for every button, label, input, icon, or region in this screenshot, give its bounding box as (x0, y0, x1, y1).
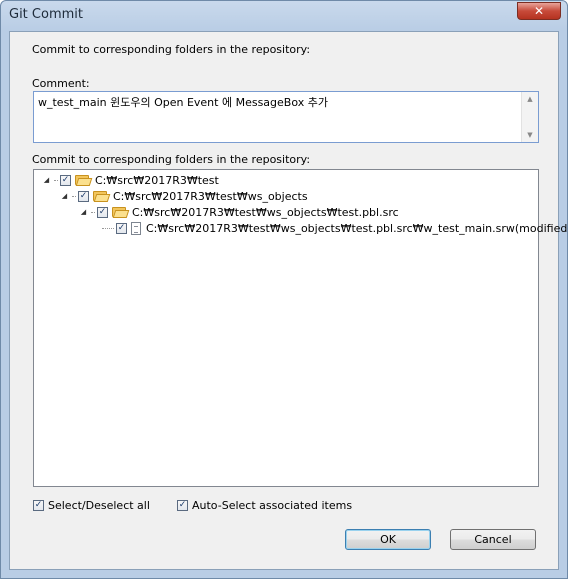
git-commit-dialog: Git Commit ✕ Commit to corresponding fol… (0, 0, 568, 579)
expand-arrow-icon[interactable]: ◢ (60, 192, 69, 200)
node-checkbox[interactable]: ✓ (97, 206, 108, 218)
scroll-down-icon[interactable]: ▼ (522, 128, 538, 142)
scroll-up-icon[interactable]: ▲ (522, 92, 538, 106)
node-checkbox[interactable]: ✓ (116, 222, 127, 234)
auto-select-label[interactable]: Auto-Select associated items (192, 499, 352, 512)
title-bar[interactable]: Git Commit ✕ (1, 1, 567, 29)
tree-node-pbl-src[interactable]: ◢ ✓ C:₩src₩2017R3₩test₩ws_objects₩test.p… (79, 204, 399, 220)
open-folder-icon (112, 206, 130, 218)
tree-node-ws-objects[interactable]: ◢ ✓ C:₩src₩2017R3₩test₩ws_objects (60, 188, 308, 204)
folder-tree[interactable]: ◢ ✓ C:₩src₩2017R3₩test ◢ ✓ C:₩src₩2017R3… (33, 169, 568, 487)
select-all-option[interactable]: ✓ Select/Deselect all (33, 499, 150, 512)
comment-textarea[interactable]: w_test_main 윈도우의 Open Event 에 MessageBox… (33, 91, 539, 143)
comment-label: Comment: (32, 77, 90, 90)
open-folder-icon (75, 174, 93, 186)
tree-connector (91, 211, 95, 213)
select-all-label[interactable]: Select/Deselect all (48, 499, 150, 512)
tree-node-file[interactable]: ✓ C:₩src₩2017R3₩test₩ws_objects₩test.pbl… (102, 220, 568, 236)
node-label: C:₩src₩2017R3₩test₩ws_objects (113, 189, 308, 203)
header-text: Commit to corresponding folders in the r… (32, 43, 311, 56)
tree-connector (54, 179, 58, 181)
cancel-button[interactable]: Cancel (450, 529, 536, 550)
dialog-client-area: Commit to corresponding folders in the r… (9, 31, 568, 570)
node-label: C:₩src₩2017R3₩test₩ws_objects₩test.pbl.s… (132, 205, 399, 219)
comment-text: w_test_main 윈도우의 Open Event 에 MessageBox… (38, 96, 328, 109)
node-label: C:₩src₩2017R3₩test₩ws_objects₩test.pbl.s… (146, 221, 568, 235)
node-checkbox[interactable]: ✓ (60, 174, 71, 186)
expand-arrow-icon[interactable]: ◢ (42, 176, 51, 184)
open-folder-icon (93, 190, 111, 202)
select-all-checkbox[interactable]: ✓ (33, 500, 44, 511)
tree-connector (102, 227, 114, 229)
node-checkbox[interactable]: ✓ (78, 190, 89, 202)
auto-select-checkbox[interactable]: ✓ (177, 500, 188, 511)
ok-button[interactable]: OK (345, 529, 431, 550)
window-title: Git Commit (9, 7, 83, 22)
tree-connector (72, 195, 76, 197)
node-label: C:₩src₩2017R3₩test (95, 173, 219, 187)
auto-select-option[interactable]: ✓ Auto-Select associated items (177, 499, 352, 512)
tree-node-root[interactable]: ◢ ✓ C:₩src₩2017R3₩test (42, 172, 219, 188)
expand-arrow-icon[interactable]: ◢ (79, 208, 88, 216)
close-button[interactable]: ✕ (517, 2, 561, 20)
comment-scrollbar[interactable]: ▲ ▼ (521, 92, 538, 142)
tree-label: Commit to corresponding folders in the r… (32, 153, 311, 166)
file-icon (131, 221, 141, 235)
